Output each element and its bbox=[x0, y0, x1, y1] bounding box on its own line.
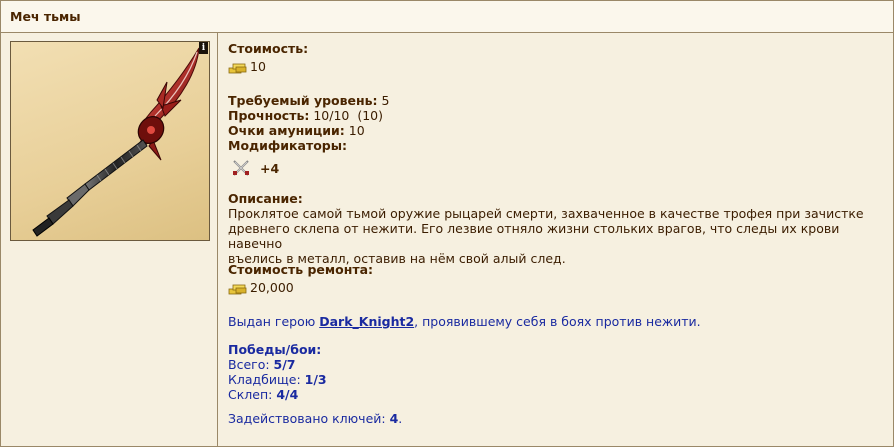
stats-section: Победы/бои: Всего: 5/7 Кладбище: 1/3 Скл… bbox=[228, 342, 402, 426]
item-image-column: i bbox=[1, 33, 218, 446]
item-details: Стоимость: 10 Требуемый уровень: 5 Прочн… bbox=[228, 33, 885, 446]
stats-crypt-value: 4/4 bbox=[276, 387, 299, 402]
description-line-2: древнего склепа от нежити. Его лезвие от… bbox=[228, 221, 840, 251]
stats-total-label: Всего: bbox=[228, 357, 274, 372]
description-section: Описание: Проклятое самой тьмой оружие р… bbox=[228, 191, 868, 266]
ammo-label: Очки амуниции: bbox=[228, 123, 345, 138]
item-body: i Стоимость: 10 Требуемый уровень: 5 Про… bbox=[1, 33, 893, 446]
crossed-swords-icon bbox=[233, 160, 249, 176]
info-icon[interactable]: i bbox=[199, 42, 208, 54]
repair-label: Стоимость ремонта: bbox=[228, 262, 374, 277]
stats-total-value: 5/7 bbox=[273, 357, 296, 372]
requirements-section: Требуемый уровень: 5 Прочность: 10/10 (1… bbox=[228, 93, 390, 180]
stats-crypt-label: Склеп: bbox=[228, 387, 277, 402]
gold-icon bbox=[228, 63, 247, 73]
stats-cemetery-label: Кладбище: bbox=[228, 372, 305, 387]
cost-value: 10 bbox=[250, 59, 266, 74]
keys-suffix: . bbox=[398, 411, 403, 426]
keys-label: Задействовано ключей: bbox=[228, 411, 390, 426]
mods-label: Модификаторы: bbox=[228, 138, 348, 153]
repair-section: Стоимость ремонта: 20,000 bbox=[228, 262, 373, 295]
modifier-row: +4 bbox=[228, 156, 390, 180]
stats-title: Победы/бои: bbox=[228, 342, 322, 357]
keys-value: 4 bbox=[389, 411, 399, 426]
ammo-value: 10 bbox=[348, 123, 365, 138]
level-label: Требуемый уровень: bbox=[228, 93, 378, 108]
durability-label: Прочность: bbox=[228, 108, 310, 123]
cost-label: Стоимость: bbox=[228, 41, 309, 56]
hero-link[interactable]: Dark_Knight2 bbox=[319, 314, 414, 329]
award-line: Выдан герою Dark_Knight2, проявившему се… bbox=[228, 314, 701, 329]
repair-value: 20,000 bbox=[250, 280, 294, 295]
description-line-1: Проклятое самой тьмой оружие рыцарей сме… bbox=[228, 206, 864, 221]
award-prefix: Выдан герою bbox=[228, 314, 320, 329]
description-text: Проклятое самой тьмой оружие рыцарей сме… bbox=[228, 206, 868, 266]
item-image: i bbox=[10, 41, 210, 241]
durability-extra: (10) bbox=[357, 108, 384, 123]
stats-cemetery-value: 1/3 bbox=[304, 372, 327, 387]
sword-image-icon bbox=[32, 47, 200, 237]
level-value: 5 bbox=[381, 93, 390, 108]
item-title: Меч тьмы bbox=[1, 1, 893, 33]
award-suffix: , проявившему себя в боях против нежити. bbox=[414, 314, 701, 329]
modifier-value: +4 bbox=[260, 160, 280, 176]
cost-section: Стоимость: 10 bbox=[228, 41, 308, 74]
durability-value: 10/10 bbox=[313, 108, 350, 123]
gold-icon bbox=[228, 284, 247, 294]
item-card: Меч тьмы i Стоимость: 10 Требуемый урове… bbox=[0, 0, 894, 447]
description-label: Описание: bbox=[228, 191, 303, 206]
